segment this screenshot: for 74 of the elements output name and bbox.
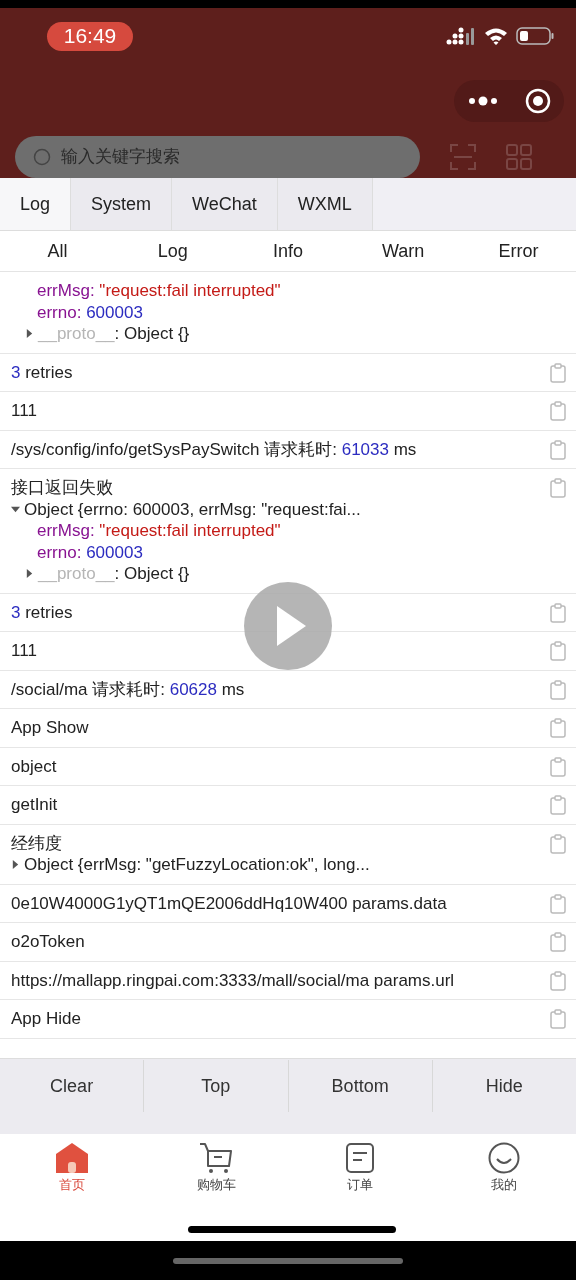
filter-tab[interactable]: Warn: [345, 231, 461, 271]
close-target-icon[interactable]: [524, 88, 551, 114]
play-icon[interactable]: [244, 582, 332, 670]
clipboard-icon[interactable]: [550, 833, 566, 854]
clipboard-icon[interactable]: [550, 1009, 566, 1029]
log-text: getInit: [11, 794, 59, 816]
log-text: o2oToken: [11, 931, 86, 953]
grid-icon[interactable]: [506, 144, 532, 170]
log-text: App Hide: [11, 1008, 82, 1030]
console-action-button[interactable]: Hide: [432, 1060, 576, 1112]
signal-icon: [446, 27, 476, 45]
log-text: 0e10W4000G1yQT1mQE2006ddHq10W400 params.data: [11, 892, 448, 914]
search-field[interactable]: 输入关键字搜索: [15, 136, 420, 178]
clipboard-icon[interactable]: [550, 795, 566, 815]
property-text: __proto__: Object {}: [38, 563, 190, 585]
log-text: https://mallapp.ringpai.com:3333/mall/social/ma params.url: [11, 969, 456, 991]
clipboard-icon[interactable]: [550, 756, 566, 777]
smiley-icon: [488, 1142, 520, 1174]
clipboard-icon[interactable]: [550, 362, 566, 383]
clipboard-icon[interactable]: [550, 439, 566, 460]
nav-tab[interactable]: 我的: [432, 1134, 576, 1200]
log-text: App Show: [11, 717, 90, 739]
filter-tab[interactable]: All: [0, 231, 116, 271]
expand-toggle-icon[interactable]: [25, 329, 34, 339]
home-icon: [55, 1142, 89, 1174]
filter-tab[interactable]: Error: [460, 231, 576, 271]
log-text: 接口返回失败: [11, 477, 114, 499]
log-text: /sys/config/info/getSysPaySwitch 请求耗时: 61033 ms: [11, 438, 418, 460]
console-action-button[interactable]: Top: [144, 1060, 289, 1112]
clipboard-icon[interactable]: [550, 893, 566, 914]
log-text: 3 retries: [11, 361, 74, 383]
object-summary: Object {errno: 600003, errMsg: "request:fai...: [24, 498, 361, 520]
battery-icon: [516, 27, 554, 45]
nav-tab[interactable]: 首页: [0, 1134, 144, 1200]
document-icon: [345, 1142, 375, 1174]
log-text: 111: [11, 400, 38, 422]
property-text: errno: 600003: [37, 301, 143, 323]
clipboard-icon[interactable]: [550, 718, 566, 738]
property-text: errMsg: "request:fail interrupted": [37, 280, 281, 302]
console-action-button[interactable]: Clear: [0, 1060, 145, 1112]
console-action-button[interactable]: Bottom: [288, 1060, 433, 1112]
wifi-icon: [484, 27, 508, 45]
console-tab[interactable]: System: [71, 178, 173, 230]
log-text: 111: [11, 640, 38, 662]
log-text: 经纬度: [11, 832, 63, 854]
console-tab[interactable]: WeChat: [172, 178, 278, 230]
filter-tab[interactable]: Info: [230, 231, 346, 271]
more-icon[interactable]: [467, 96, 498, 106]
nav-tab[interactable]: 订单: [288, 1134, 432, 1200]
expand-toggle-icon[interactable]: [11, 504, 20, 514]
clipboard-icon[interactable]: [550, 641, 566, 661]
property-text: errMsg: "request:fail interrupted": [37, 520, 281, 542]
log-text: /social/ma 请求耗时: 60628 ms: [11, 678, 246, 700]
console-tab[interactable]: Log: [0, 178, 72, 230]
filter-tab[interactable]: Log: [115, 231, 231, 271]
log-text: 3 retries: [11, 601, 74, 623]
cart-icon: [199, 1142, 233, 1174]
clipboard-icon[interactable]: [550, 932, 566, 952]
expand-toggle-icon[interactable]: [25, 569, 34, 579]
log-text: object: [11, 755, 58, 777]
scan-icon[interactable]: [450, 144, 476, 170]
object-summary: Object {errMsg: "getFuzzyLocation:ok", long...: [24, 854, 370, 876]
expand-toggle-icon[interactable]: [11, 860, 20, 870]
property-text: errno: 600003: [37, 541, 143, 563]
console-tab[interactable]: WXML: [277, 178, 373, 230]
clipboard-icon[interactable]: [550, 478, 566, 498]
nav-tab[interactable]: 购物车: [144, 1134, 288, 1200]
clipboard-icon[interactable]: [550, 679, 566, 700]
search-icon: [33, 148, 51, 166]
clipboard-icon[interactable]: [550, 401, 566, 421]
clipboard-icon[interactable]: [550, 970, 566, 991]
clipboard-icon[interactable]: [550, 602, 566, 623]
status-time: 16:49: [47, 21, 133, 51]
property-text: __proto__: Object {}: [38, 323, 190, 345]
